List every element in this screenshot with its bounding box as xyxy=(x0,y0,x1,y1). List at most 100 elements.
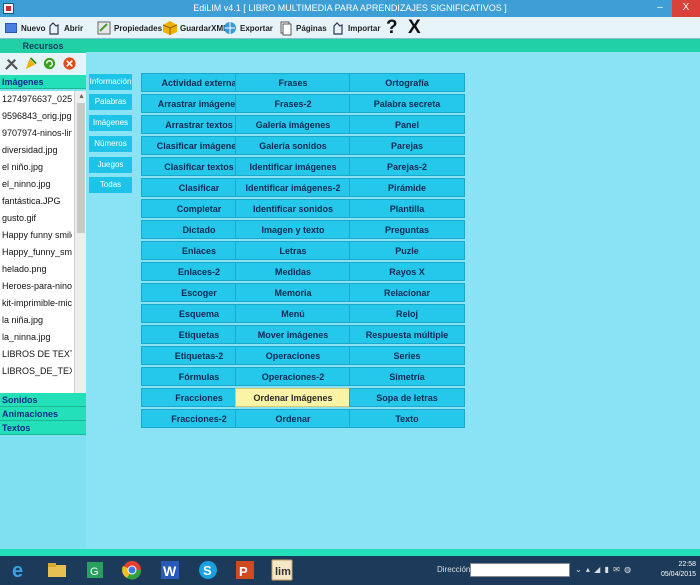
category-juegos[interactable]: Juegos xyxy=(89,157,132,173)
powerpoint-icon[interactable]: P xyxy=(234,559,256,581)
sounds-category[interactable]: Sonidos xyxy=(0,393,86,407)
file-item[interactable]: la niña.jpg xyxy=(0,312,72,329)
activity-rayos-x[interactable]: Rayos X xyxy=(349,262,465,281)
activity-piramide[interactable]: Pirámide xyxy=(349,178,465,197)
add-file-icon[interactable] xyxy=(23,56,38,71)
activity-memoria[interactable]: Memoria xyxy=(235,283,351,302)
minimize-button[interactable]: – xyxy=(650,0,670,17)
activity-parejas[interactable]: Parejas xyxy=(349,136,465,155)
activity-panel[interactable]: Panel xyxy=(349,115,465,134)
exportar-button[interactable]: Exportar xyxy=(222,19,273,37)
file-item[interactable]: la_ninna.jpg xyxy=(0,329,72,346)
file-item[interactable]: el_ninno.jpg xyxy=(0,176,72,193)
importar-button[interactable]: Importar xyxy=(330,19,380,37)
category-todas[interactable]: Todas xyxy=(89,177,132,193)
category-numeros[interactable]: Números xyxy=(89,136,132,152)
paginas-label: Páginas xyxy=(296,23,327,33)
activity-plantilla[interactable]: Plantilla xyxy=(349,199,465,218)
activity-preguntas[interactable]: Preguntas xyxy=(349,220,465,239)
category-palabras[interactable]: Palabras xyxy=(89,94,132,110)
activity-series[interactable]: Series xyxy=(349,346,465,365)
activity-texto[interactable]: Texto xyxy=(349,409,465,428)
file-item[interactable]: el niño.jpg xyxy=(0,159,72,176)
status-strip xyxy=(0,549,700,556)
activity-mover-imagenes[interactable]: Mover imágenes xyxy=(235,325,351,344)
activity-ordenar[interactable]: Ordenar xyxy=(235,409,351,428)
file-item[interactable]: helado.png xyxy=(0,261,72,278)
refresh-icon[interactable] xyxy=(42,56,57,71)
activity-menu[interactable]: Menú xyxy=(235,304,351,323)
activity-puzle[interactable]: Puzle xyxy=(349,241,465,260)
activity-frases[interactable]: Frases xyxy=(235,73,351,92)
activity-ortografia[interactable]: Ortografía xyxy=(349,73,465,92)
file-item[interactable]: kit-imprimible-mic xyxy=(0,295,72,312)
file-item[interactable]: 1274976637_025- xyxy=(0,91,72,108)
file-item[interactable]: fantástica.JPG xyxy=(0,193,72,210)
svg-text:G: G xyxy=(90,566,99,578)
activity-galeria-sonidos[interactable]: Galería sonidos xyxy=(235,136,351,155)
close-window-button[interactable]: X xyxy=(672,0,700,17)
paginas-button[interactable]: Páginas xyxy=(278,19,327,37)
edilim-icon[interactable]: lim xyxy=(271,559,293,581)
activity-relacionar[interactable]: Relacionar xyxy=(349,283,465,302)
file-item[interactable]: LIBROS_DE_TEXT xyxy=(0,363,72,380)
animations-category[interactable]: Animaciones xyxy=(0,407,86,421)
system-tray-icons[interactable]: ⌄ ▴ ◢ ▮ ✉ ◍ xyxy=(575,565,632,574)
skype-icon[interactable]: S xyxy=(197,559,219,581)
file-item[interactable]: gusto.gif xyxy=(0,210,72,227)
guardarxml-button[interactable]: GuardarXML xyxy=(162,19,228,37)
file-item[interactable]: 9707974-ninos-lin xyxy=(0,125,72,142)
activity-ordenar-imagenes[interactable]: Ordenar Imágenes xyxy=(235,388,351,407)
category-imagenes[interactable]: Imágenes xyxy=(89,115,132,131)
title-bar: EdiLIM v4.1 [ LIBRO MULTIMEDIA PARA APRE… xyxy=(0,0,700,17)
exit-button[interactable]: X xyxy=(408,17,421,39)
activity-simetria[interactable]: Simetría xyxy=(349,367,465,386)
activity-identificar-sonidos[interactable]: Identificar sonidos xyxy=(235,199,351,218)
activity-galeria-imagenes[interactable]: Galería imágenes xyxy=(235,115,351,134)
nuevo-button[interactable]: Nuevo xyxy=(3,19,45,37)
activity-operaciones-2[interactable]: Operaciones-2 xyxy=(235,367,351,386)
file-item[interactable]: 9596843_orig.jpg xyxy=(0,108,72,125)
address-input[interactable] xyxy=(470,563,570,577)
ie-icon[interactable]: e xyxy=(8,559,30,581)
activity-imagen-y-texto[interactable]: Imagen y texto xyxy=(235,220,351,239)
image-file-list: 1274976637_025- 9596843_orig.jpg 9707974… xyxy=(0,91,86,393)
activity-sopa-de-letras[interactable]: Sopa de letras xyxy=(349,388,465,407)
activity-operaciones[interactable]: Operaciones xyxy=(235,346,351,365)
file-item[interactable]: Happy funny smile xyxy=(0,227,72,244)
scrollbar-thumb[interactable] xyxy=(77,103,85,233)
activity-medidas[interactable]: Medidas xyxy=(235,262,351,281)
propiedades-button[interactable]: Propiedades xyxy=(96,19,162,37)
main-header-strip xyxy=(86,39,700,52)
file-item[interactable]: diversidad.jpg xyxy=(0,142,72,159)
activity-identificar-imagenes-2[interactable]: Identificar imágenes-2 xyxy=(235,178,351,197)
chrome-icon[interactable] xyxy=(121,559,143,581)
word-icon[interactable]: W xyxy=(159,559,181,581)
texts-category[interactable]: Textos xyxy=(0,421,86,435)
images-category[interactable]: Imágenes xyxy=(0,75,86,89)
abrir-button[interactable]: Abrir xyxy=(46,19,83,37)
activity-identificar-imagenes[interactable]: Identificar imágenes xyxy=(235,157,351,176)
file-list-scrollbar[interactable]: ▲ xyxy=(74,91,86,393)
file-item[interactable]: LIBROS DE TEXTO xyxy=(0,346,72,363)
file-item[interactable]: Happy_funny_smi xyxy=(0,244,72,261)
clock[interactable]: 22:58 05/04/2015 xyxy=(661,560,696,580)
activity-palabra-secreta[interactable]: Palabra secreta xyxy=(349,94,465,113)
activity-reloj[interactable]: Reloj xyxy=(349,304,465,323)
activity-letras[interactable]: Letras xyxy=(235,241,351,260)
tools-icon[interactable] xyxy=(4,56,19,71)
activity-parejas-2[interactable]: Parejas-2 xyxy=(349,157,465,176)
scroll-up-icon[interactable]: ▲ xyxy=(78,93,85,100)
explorer-icon[interactable] xyxy=(46,559,68,581)
svg-text:e: e xyxy=(12,560,23,581)
delete-icon[interactable] xyxy=(62,56,77,71)
resources-panel: Recursos Imágenes 1274976637_025- 959684… xyxy=(0,39,86,549)
file-item[interactable]: Heroes-para-nino xyxy=(0,278,72,295)
help-button[interactable]: ? xyxy=(386,17,398,39)
activity-frases-2[interactable]: Frases-2 xyxy=(235,94,351,113)
category-informacion[interactable]: Información xyxy=(89,74,132,90)
activity-respuesta-multiple[interactable]: Respuesta múltiple xyxy=(349,325,465,344)
app-green-icon[interactable]: G xyxy=(84,559,106,581)
guardarxml-label: GuardarXML xyxy=(180,23,229,33)
address-label: Dirección xyxy=(437,565,471,574)
